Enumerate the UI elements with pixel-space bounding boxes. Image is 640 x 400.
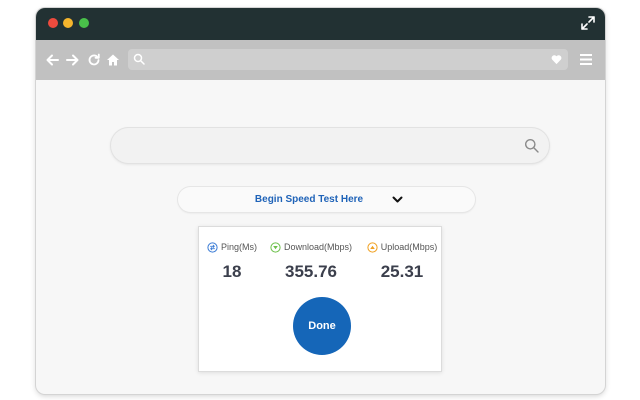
arrow-left-icon[interactable]	[45, 53, 59, 67]
minimize-window-button[interactable]	[63, 18, 73, 28]
maximize-window-button[interactable]	[79, 18, 89, 28]
download-value: 355.76	[285, 262, 337, 281]
hamburger-menu-icon[interactable]	[579, 53, 593, 66]
done-button[interactable]: Done	[293, 297, 351, 355]
browser-window: Begin Speed Test Here Ping(Ms) 18 Downlo…	[36, 8, 605, 394]
download-icon	[270, 241, 281, 253]
upload-metric: Upload(Mbps) 25.31	[365, 241, 439, 282]
search-input[interactable]	[111, 128, 549, 163]
expand-icon[interactable]	[581, 16, 595, 30]
heart-icon[interactable]	[551, 54, 562, 65]
speed-results-card: Ping(Ms) 18 Download(Mbps) 355.76 Upload…	[198, 226, 442, 372]
home-icon[interactable]	[106, 53, 120, 67]
arrow-right-icon[interactable]	[66, 53, 80, 67]
search-icon[interactable]	[524, 138, 539, 153]
browser-toolbar	[36, 40, 605, 80]
chevron-down-icon[interactable]	[392, 195, 403, 204]
ping-metric: Ping(Ms) 18	[207, 241, 257, 282]
ping-value: 18	[222, 262, 242, 281]
download-label: Download(Mbps)	[283, 242, 353, 252]
upload-value: 25.31	[380, 262, 424, 281]
ping-icon	[207, 241, 218, 253]
reload-icon[interactable]	[87, 53, 101, 67]
upload-label: Upload(Mbps)	[380, 242, 438, 252]
ping-label: Ping(Ms)	[221, 242, 258, 252]
download-metric: Download(Mbps) 355.76	[267, 241, 355, 282]
search-icon	[133, 53, 145, 65]
close-window-button[interactable]	[48, 18, 58, 28]
title-bar	[36, 8, 605, 40]
upload-icon	[367, 241, 378, 253]
address-bar[interactable]	[128, 49, 568, 70]
begin-speed-test-button[interactable]: Begin Speed Test Here	[178, 187, 475, 212]
